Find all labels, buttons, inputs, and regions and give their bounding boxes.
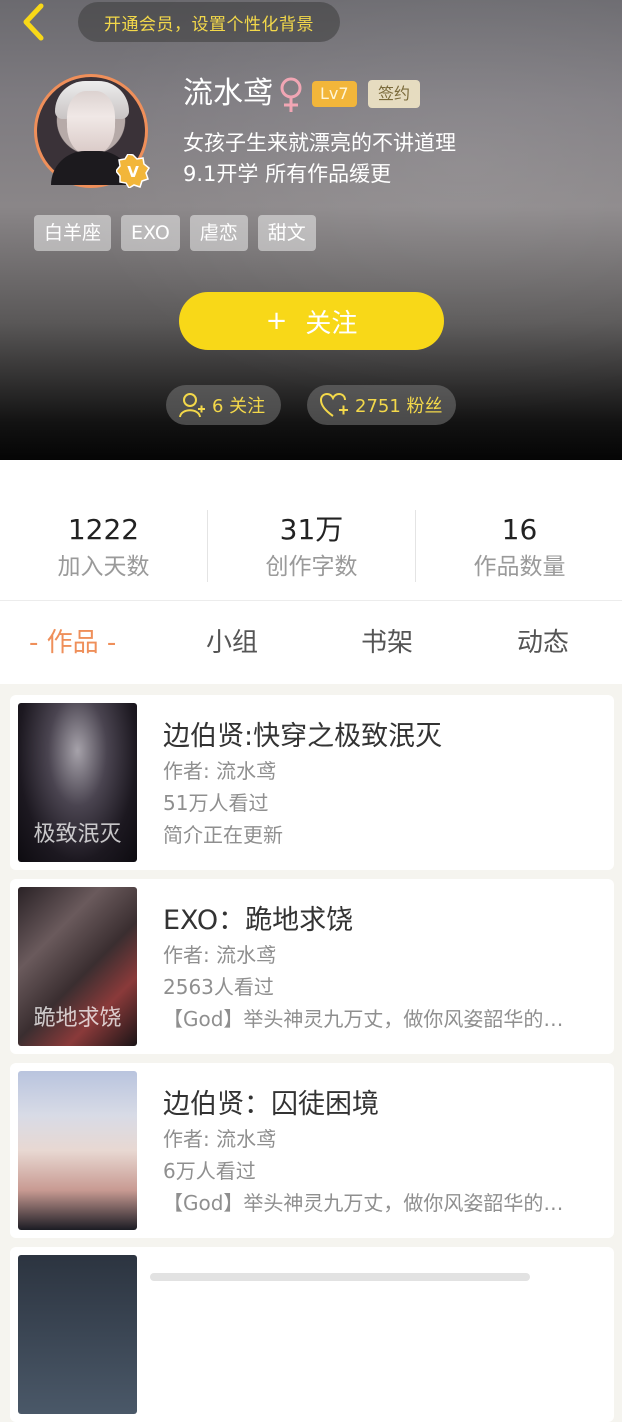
book-title: 边伯贤:快穿之极致泯灭 bbox=[163, 721, 443, 752]
bio-line: 9.1开学 所有作品缓更 bbox=[183, 162, 392, 186]
fans-count: 2751 粉丝 bbox=[355, 396, 443, 417]
book-author: 作者: 流水鸢 bbox=[163, 943, 277, 967]
stat-label: 作品数量 bbox=[473, 554, 566, 580]
signed-badge: 签约 bbox=[368, 80, 421, 108]
book-title: 边伯贤：囚徒困境 bbox=[163, 1089, 379, 1120]
tab-groups[interactable]: 小组 bbox=[206, 625, 258, 661]
book-intro: 【God】举头神灵九万丈，做你风姿韶华的… bbox=[163, 1191, 564, 1215]
tab-bar: - 作品 - 小组 书架 动态 bbox=[0, 601, 622, 684]
stat-label: 创作字数 bbox=[265, 554, 358, 580]
stat-days: 1222 加入天数 bbox=[0, 510, 207, 584]
back-arrow-icon bbox=[23, 3, 44, 41]
book-item[interactable]: 跪地求饶 EXO：跪地求饶 作者: 流水鸢 2563人看过 【God】举头神灵九… bbox=[10, 879, 614, 1054]
tab-bookshelf[interactable]: 书架 bbox=[361, 625, 413, 661]
book-title: EXO：跪地求饶 bbox=[163, 905, 354, 936]
book-intro: 【God】举头神灵九万丈，做你风姿韶华的… bbox=[163, 1007, 564, 1031]
book-author: 作者: 流水鸢 bbox=[163, 1127, 277, 1151]
book-item[interactable]: 极致泯灭 边伯贤:快穿之极致泯灭 作者: 流水鸢 51万人看过 简介正在更新 bbox=[10, 695, 614, 870]
stat-words: 31万 创作字数 bbox=[208, 510, 415, 584]
book-author: 作者: 流水鸢 bbox=[163, 759, 277, 783]
tag[interactable]: 白羊座 bbox=[34, 215, 112, 251]
follow-label: 关注 bbox=[305, 308, 358, 339]
book-views: 6万人看过 bbox=[163, 1159, 256, 1183]
female-icon bbox=[278, 76, 304, 118]
book-cover: 极致泯灭 bbox=[18, 703, 137, 862]
tag[interactable]: 虐恋 bbox=[189, 215, 248, 251]
svg-text:V: V bbox=[127, 163, 139, 181]
back-button[interactable] bbox=[14, 2, 54, 42]
bio: 女孩子生来就漂亮的不讲道理 9.1开学 所有作品缓更 bbox=[183, 128, 456, 190]
book-intro: 简介正在更新 bbox=[163, 823, 283, 847]
tab-works[interactable]: - 作品 - bbox=[29, 625, 116, 661]
plus-icon: + bbox=[265, 306, 288, 336]
bio-line: 女孩子生来就漂亮的不讲道理 bbox=[183, 131, 456, 155]
fans-button[interactable]: 2751 粉丝 bbox=[307, 385, 456, 425]
profile-header: 开通会员，设置个性化背景 V 流水鸢 Lv7 签约 女孩子生来就漂亮的不讲道理 … bbox=[0, 0, 622, 460]
tag-list: 白羊座 EXO 虐恋 甜文 bbox=[34, 215, 316, 251]
level-badge: Lv7 bbox=[312, 81, 357, 107]
stat-value: 16 bbox=[501, 513, 538, 546]
cover-title: 跪地求饶 bbox=[33, 1006, 122, 1031]
cover-title: 极致泯灭 bbox=[33, 822, 122, 847]
tag[interactable]: 甜文 bbox=[257, 215, 316, 251]
verified-icon: V bbox=[116, 154, 150, 188]
stat-value: 1222 bbox=[67, 513, 140, 546]
book-cover: 跪地求饶 bbox=[18, 887, 137, 1046]
book-views: 51万人看过 bbox=[163, 791, 269, 815]
book-views: 2563人看过 bbox=[163, 975, 274, 999]
follow-button[interactable]: + 关注 bbox=[179, 292, 444, 350]
book-item[interactable] bbox=[10, 1247, 614, 1422]
book-cover bbox=[18, 1071, 137, 1230]
add-user-icon bbox=[179, 393, 205, 418]
username: 流水鸢 bbox=[183, 76, 273, 111]
following-button[interactable]: 6 关注 bbox=[166, 385, 281, 425]
vip-background-banner[interactable]: 开通会员，设置个性化背景 bbox=[78, 2, 340, 42]
following-count: 6 关注 bbox=[212, 396, 266, 417]
stats-bar: 1222 加入天数 31万 创作字数 16 作品数量 bbox=[0, 460, 622, 601]
book-cover bbox=[18, 1255, 137, 1414]
stat-value: 31万 bbox=[279, 513, 344, 546]
tab-activity[interactable]: 动态 bbox=[517, 625, 569, 661]
stat-works: 16 作品数量 bbox=[416, 510, 622, 584]
tag[interactable]: EXO bbox=[121, 215, 180, 251]
heart-plus-icon bbox=[319, 392, 348, 417]
stat-label: 加入天数 bbox=[57, 554, 150, 580]
avatar-face bbox=[67, 91, 115, 155]
book-item[interactable]: 边伯贤：囚徒困境 作者: 流水鸢 6万人看过 【God】举头神灵九万丈，做你风姿… bbox=[10, 1063, 614, 1238]
